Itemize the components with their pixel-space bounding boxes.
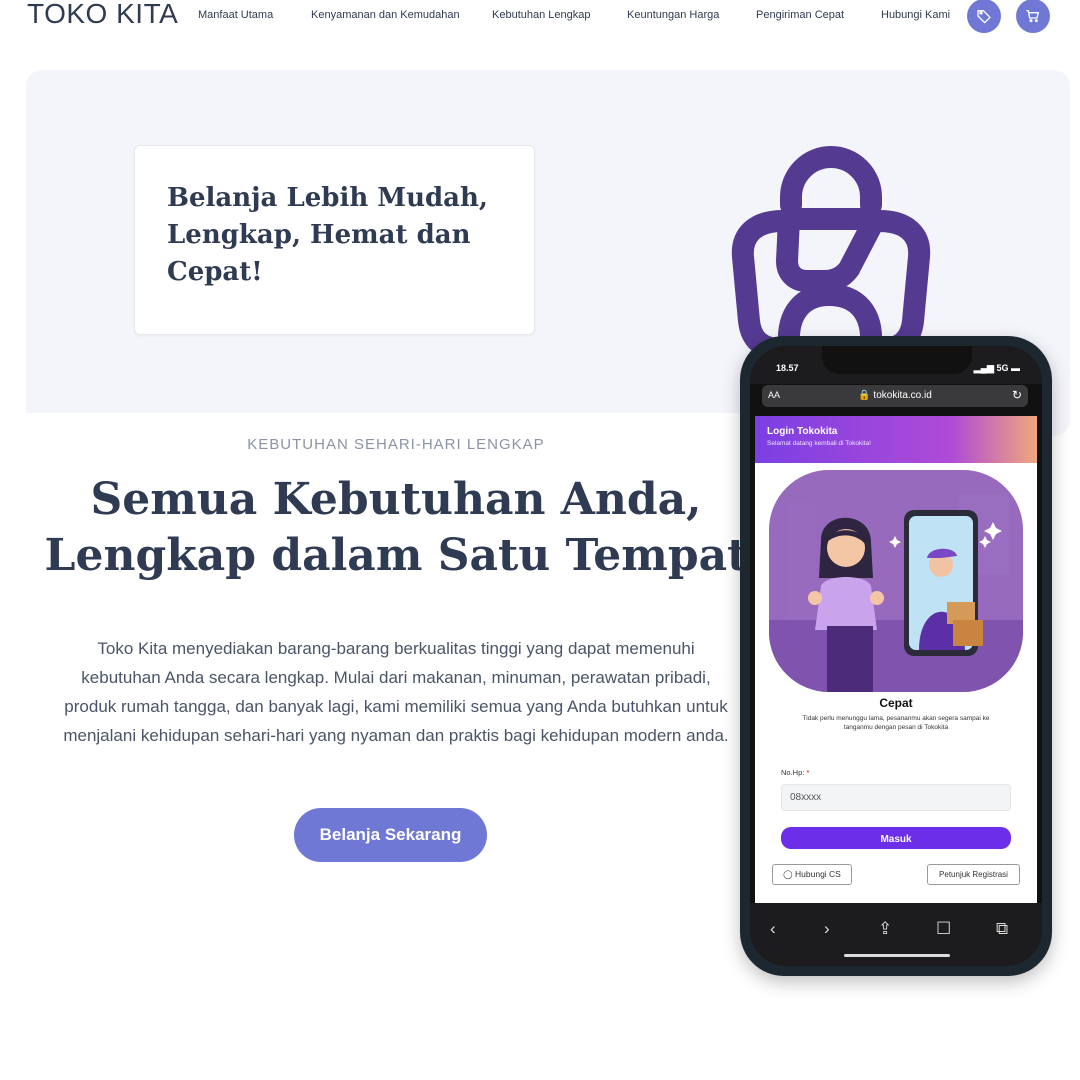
feature-title: Cepat	[879, 696, 913, 710]
webpage-screen: Login Tokokita Selamat datang kembali di…	[755, 416, 1037, 903]
hero-card: Belanja Lebih Mudah, Lengkap, Hemat dan …	[134, 145, 535, 335]
shop-now-button[interactable]: Belanja Sekarang	[294, 808, 487, 862]
cart-icon	[1026, 10, 1039, 23]
nav-manfaat-utama[interactable]: Manfaat Utama	[198, 9, 273, 21]
forward-icon[interactable]: ›	[824, 919, 830, 939]
status-signal: ▂▄▆ 5G ▬	[973, 363, 1020, 373]
login-subtitle: Selamat datang kembali di Tokokita!	[767, 440, 871, 447]
phone-field-label: No.Hp: *	[781, 768, 809, 777]
shopping-bag-icon	[731, 146, 931, 360]
phone-field-label-text: No.Hp:	[781, 768, 805, 777]
login-submit-button[interactable]: Masuk	[781, 827, 1011, 849]
nav-pengiriman-cepat[interactable]: Pengiriman Cepat	[756, 9, 844, 21]
login-header: Login Tokokita Selamat datang kembali di…	[755, 416, 1037, 463]
section-body: Toko Kita menyediakan barang-barang berk…	[63, 639, 729, 745]
back-icon[interactable]: ‹	[770, 919, 776, 939]
nav-hubungi-kami[interactable]: Hubungi Kami	[881, 9, 950, 21]
delivery-illustration	[769, 470, 1023, 692]
contact-cs-label: Hubungi CS	[795, 869, 841, 879]
section-title: Semua Kebutuhan Anda, Lengkap dalam Satu…	[44, 474, 748, 581]
tabs-icon[interactable]: ⧉	[996, 919, 1008, 939]
hero-title: Belanja Lebih Mudah, Lengkap, Hemat dan …	[167, 183, 488, 287]
bookmarks-icon[interactable]: ☐	[936, 919, 951, 939]
feature-description: Tidak perlu menunggu lama, pesananmu aka…	[802, 715, 990, 731]
required-mark: *	[806, 768, 810, 777]
phone-mockup: 18.57 ▂▄▆ 5G ▬ AA 🔒 tokokita.co.id ↻ Log…	[740, 336, 1052, 976]
tag-icon	[977, 10, 991, 24]
phone-notch	[822, 346, 972, 374]
site-header: TOKO KITA Manfaat Utama Kenyamanan dan K…	[0, 0, 1080, 33]
browser-url-bar[interactable]: AA 🔒 tokokita.co.id ↻	[762, 385, 1028, 407]
url-label: tokokita.co.id	[873, 390, 932, 401]
whatsapp-icon: ◯	[783, 869, 793, 879]
login-title: Login Tokokita	[767, 426, 838, 437]
share-icon[interactable]: ⇪	[878, 919, 892, 939]
tag-button[interactable]	[967, 0, 1001, 33]
phone-number-input[interactable]: 08xxxx	[781, 784, 1011, 811]
phone-screen-frame: 18.57 ▂▄▆ 5G ▬ AA 🔒 tokokita.co.id ↻ Log…	[750, 346, 1042, 966]
contact-cs-button[interactable]: ◯ Hubungi CS	[772, 864, 852, 885]
cart-button[interactable]	[1016, 0, 1050, 33]
nav-kebutuhan-lengkap[interactable]: Kebutuhan Lengkap	[492, 9, 590, 21]
url-text: 🔒 tokokita.co.id	[858, 390, 932, 401]
status-time: 18.57	[776, 363, 799, 373]
nav-keuntungan-harga[interactable]: Keuntungan Harga	[627, 9, 719, 21]
registration-guide-button[interactable]: Petunjuk Registrasi	[927, 864, 1020, 885]
signal-label: 5G	[996, 363, 1009, 373]
brand-logo[interactable]: TOKO KITA	[27, 0, 178, 30]
home-indicator	[844, 954, 950, 957]
nav-kenyamanan[interactable]: Kenyamanan dan Kemudahan	[311, 9, 460, 21]
reload-icon[interactable]: ↻	[1012, 388, 1022, 402]
section-eyebrow: KEBUTUHAN SEHARI-HARI LENGKAP	[247, 436, 545, 453]
